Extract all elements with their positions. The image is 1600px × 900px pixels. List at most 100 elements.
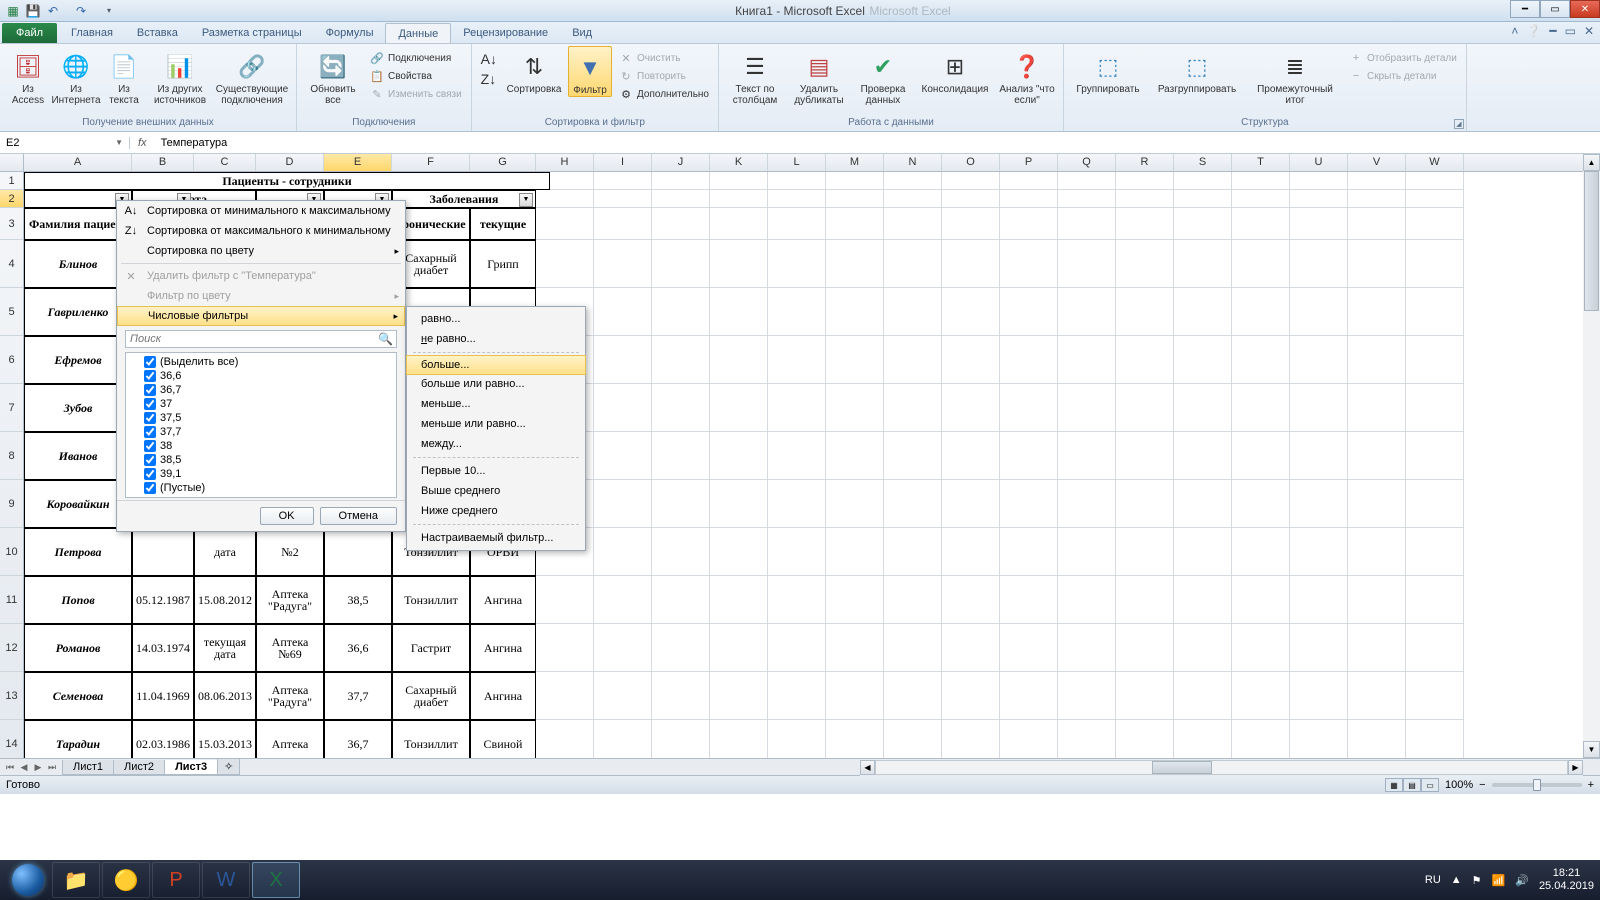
row-header-5[interactable]: 5 [0, 288, 23, 336]
sheet-nav[interactable]: ⏮◀▶⏭ [0, 762, 62, 773]
above-average-item[interactable]: Выше среднего [407, 481, 585, 501]
row-header-14[interactable]: 14 [0, 720, 23, 758]
from-web-button[interactable]: 🌐Из Интернета [54, 46, 98, 106]
action-center-icon[interactable]: ⚑ [1472, 874, 1482, 887]
filter-search-input[interactable] [125, 330, 397, 348]
zoom-slider[interactable] [1492, 783, 1582, 787]
col-header-D[interactable]: D [256, 154, 324, 171]
ribbon-min2-icon[interactable]: ━ [1549, 24, 1556, 38]
col-header-L[interactable]: L [768, 154, 826, 171]
vscroll-thumb[interactable] [1584, 171, 1599, 311]
col-header-I[interactable]: I [594, 154, 652, 171]
not-equals-item[interactable]: не равно... [407, 329, 585, 349]
check-value[interactable]: 38 [128, 439, 394, 453]
filter-dd-g[interactable]: ▼ [519, 193, 533, 207]
col-header-F[interactable]: F [392, 154, 470, 171]
powerpoint-taskbar-icon[interactable]: P [152, 862, 200, 898]
outline-dialog-launcher[interactable]: ◢ [1454, 119, 1464, 129]
properties-button[interactable]: 📋Свойства [367, 68, 465, 84]
less-than-item[interactable]: меньше... [407, 394, 585, 414]
col-header-P[interactable]: P [1000, 154, 1058, 171]
col-header-T[interactable]: T [1232, 154, 1290, 171]
top10-item[interactable]: Первые 10... [407, 461, 585, 481]
check-blanks[interactable]: (Пустые) [128, 481, 394, 495]
tab-pagelayout[interactable]: Разметка страницы [190, 23, 314, 43]
sheet-tab-1[interactable]: Лист1 [62, 760, 114, 775]
tab-home[interactable]: Главная [59, 23, 125, 43]
row-header-7[interactable]: 7 [0, 384, 23, 432]
language-indicator[interactable]: RU [1425, 874, 1441, 886]
tab-data[interactable]: Данные [385, 23, 451, 43]
maximize-button[interactable]: ▭ [1540, 0, 1570, 18]
vertical-scrollbar[interactable]: ▲ ▼ [1583, 154, 1600, 758]
zoom-percent[interactable]: 100% [1445, 779, 1473, 791]
custom-filter-item[interactable]: Настраиваемый фильтр... [407, 528, 585, 548]
sheet-tab-3[interactable]: Лист3 [164, 760, 218, 775]
col-header-J[interactable]: J [652, 154, 710, 171]
number-filters-item[interactable]: Числовые фильтры▸ [117, 306, 405, 326]
excel-taskbar-icon[interactable]: X [252, 862, 300, 898]
chrome-taskbar-icon[interactable]: 🟡 [102, 862, 150, 898]
col-header-B[interactable]: B [132, 154, 194, 171]
row-header-9[interactable]: 9 [0, 480, 23, 528]
refresh-all-button[interactable]: 🔄Обновить все [303, 46, 363, 106]
row-header-4[interactable]: 4 [0, 240, 23, 288]
col-header-U[interactable]: U [1290, 154, 1348, 171]
filter-checklist[interactable]: (Выделить все) 36,6 36,7 37 37,5 37,7 38… [125, 352, 397, 498]
check-value[interactable]: 38,5 [128, 453, 394, 467]
between-item[interactable]: между... [407, 434, 585, 454]
filter-search[interactable]: 🔍 [125, 330, 397, 348]
zoom-out-button[interactable]: − [1479, 779, 1485, 791]
scroll-up-button[interactable]: ▲ [1583, 154, 1600, 171]
page-break-view-button[interactable]: ▭ [1421, 778, 1439, 792]
filter-ok-button[interactable]: OK [260, 507, 314, 525]
row-header-12[interactable]: 12 [0, 624, 23, 672]
greater-or-equal-item[interactable]: больше или равно... [407, 374, 585, 394]
col-header-C[interactable]: C [194, 154, 256, 171]
filter-cancel-button[interactable]: Отмена [320, 507, 397, 525]
start-button[interactable] [4, 862, 52, 898]
tray-chevron-icon[interactable]: ▲ [1451, 874, 1462, 886]
below-average-item[interactable]: Ниже среднего [407, 501, 585, 521]
tab-review[interactable]: Рецензирование [451, 23, 560, 43]
sheet-tab-2[interactable]: Лист2 [113, 760, 165, 775]
advanced-filter-button[interactable]: ⚙Дополнительно [616, 86, 712, 102]
col-header-N[interactable]: N [884, 154, 942, 171]
file-tab[interactable]: Файл [2, 23, 57, 43]
name-box[interactable]: E2▼ [0, 137, 130, 149]
greater-than-item[interactable]: больше... [406, 355, 586, 375]
tab-view[interactable]: Вид [560, 23, 604, 43]
minimize-button[interactable]: ━ [1510, 0, 1540, 18]
redo-icon[interactable]: ↷ [72, 2, 90, 20]
col-header-A[interactable]: A [24, 154, 132, 171]
word-taskbar-icon[interactable]: W [202, 862, 250, 898]
sort-by-color-item[interactable]: Сортировка по цвету▸ [117, 241, 405, 261]
col-header-K[interactable]: K [710, 154, 768, 171]
row-header-1[interactable]: 1 [0, 172, 23, 190]
col-header-M[interactable]: M [826, 154, 884, 171]
col-header-H[interactable]: H [536, 154, 594, 171]
scroll-right-button[interactable]: ▶ [1568, 760, 1583, 775]
fx-icon[interactable]: fx [138, 137, 147, 149]
row-header-8[interactable]: 8 [0, 432, 23, 480]
existing-connections-button[interactable]: 🔗Существующие подключения [214, 46, 290, 106]
what-if-button[interactable]: ❓Анализ "что если" [997, 46, 1057, 106]
horizontal-scrollbar[interactable]: ◀ ▶ [860, 759, 1583, 776]
new-sheet-button[interactable]: ✧ [217, 759, 240, 775]
tab-insert[interactable]: Вставка [125, 23, 190, 43]
col-header-R[interactable]: R [1116, 154, 1174, 171]
col-header-O[interactable]: O [942, 154, 1000, 171]
minimize-ribbon-icon[interactable]: ˄ [1511, 24, 1518, 38]
close-button[interactable]: ✕ [1570, 0, 1600, 18]
sort-desc-item[interactable]: Z↓Сортировка от максимального к минималь… [117, 221, 405, 241]
ungroup-button[interactable]: ⬚Разгруппировать [1150, 46, 1244, 95]
col-header-V[interactable]: V [1348, 154, 1406, 171]
col-header-E[interactable]: E [324, 154, 392, 171]
zoom-in-button[interactable]: + [1588, 779, 1594, 791]
row-header-2[interactable]: 2 [0, 190, 23, 208]
check-all[interactable]: (Выделить все) [128, 355, 394, 369]
check-value[interactable]: 37,7 [128, 425, 394, 439]
col-header-W[interactable]: W [1406, 154, 1464, 171]
row-header-11[interactable]: 11 [0, 576, 23, 624]
tab-formulas[interactable]: Формулы [314, 23, 386, 43]
